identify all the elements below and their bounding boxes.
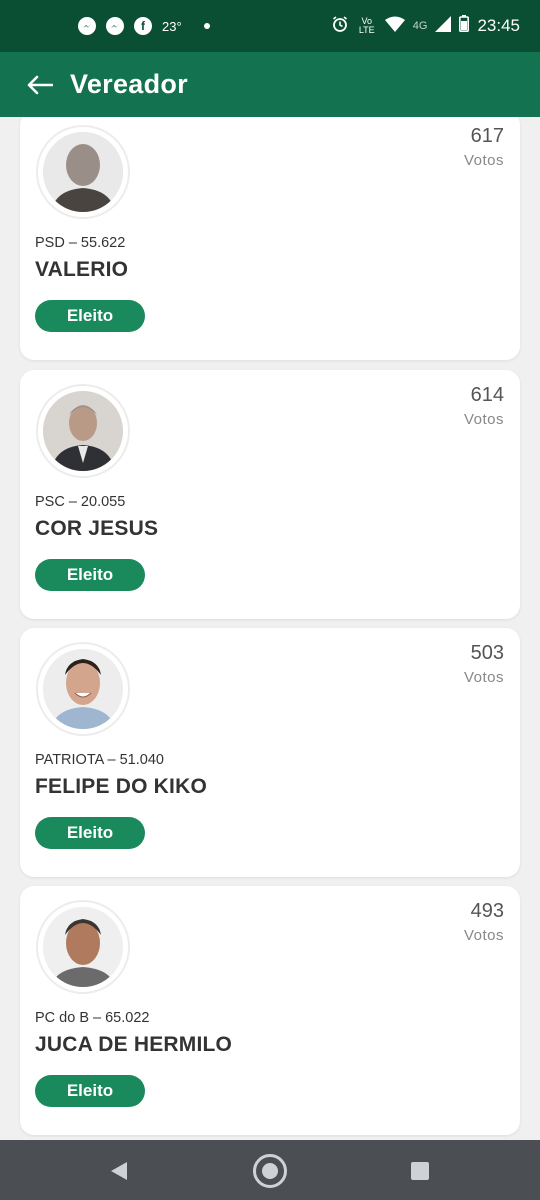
alarm-icon — [331, 15, 349, 38]
clock-time: 23:45 — [477, 16, 520, 35]
status-notifications: f 23° — [78, 17, 210, 35]
votes-label: Votos — [463, 927, 504, 944]
signal-icon — [435, 15, 452, 37]
candidate-avatar — [36, 642, 130, 736]
candidate-name: VALERIO — [35, 258, 129, 281]
candidate-card[interactable]: 614 Votos PSC – 20.055 COR JESUS Eleito — [20, 370, 520, 619]
status-badge: Eleito — [35, 1075, 145, 1107]
facebook-icon: f — [134, 17, 152, 35]
more-notifications-dot — [203, 23, 210, 29]
status-badge: Eleito — [35, 559, 145, 591]
candidate-avatar — [36, 384, 130, 478]
page-title: Vereador — [70, 69, 188, 99]
status-badge: Eleito — [35, 300, 145, 332]
candidate-avatar — [36, 125, 130, 219]
nav-recents-button[interactable] — [408, 1159, 432, 1183]
votes-count: 614 — [470, 384, 504, 406]
candidate-avatar — [36, 900, 130, 994]
arrow-left-icon — [27, 75, 53, 94]
temperature-text: 23° — [162, 18, 182, 34]
messenger-icon — [106, 17, 124, 35]
candidate-list[interactable]: 617 Votos PSD – 55.622 VALERIO Eleito 61… — [0, 117, 540, 1140]
candidate-card[interactable]: 617 Votos PSD – 55.622 VALERIO Eleito — [20, 117, 520, 360]
nav-home-button[interactable] — [251, 1152, 289, 1190]
votes-label: Votos — [463, 669, 504, 686]
status-badge: Eleito — [35, 817, 145, 849]
votes-block: 493 Votos — [464, 900, 504, 944]
votes-count: 503 — [470, 642, 504, 664]
candidate-name: COR JESUS — [35, 517, 159, 540]
wifi-icon — [384, 16, 405, 37]
candidate-card[interactable]: 503 Votos PATRIOTA – 51.040 FELIPE DO KI… — [20, 628, 520, 877]
status-bar: f 23° Vo LTE 4G 23:45 — [0, 0, 540, 52]
status-system: Vo LTE 4G 23:45 — [331, 15, 520, 38]
square-recents-icon — [411, 1162, 429, 1180]
app-bar: Vereador — [0, 52, 540, 117]
candidate-name: FELIPE DO KIKO — [35, 775, 207, 798]
votes-label: Votos — [463, 411, 504, 428]
nav-back-button[interactable] — [106, 1158, 132, 1184]
messenger-icon — [78, 17, 96, 35]
party-number: PC do B – 65.022 — [35, 1010, 150, 1026]
candidate-photo — [43, 132, 123, 212]
votes-block: 614 Votos — [464, 384, 504, 428]
votes-count: 493 — [470, 900, 504, 922]
candidate-card[interactable]: 493 Votos PC do B – 65.022 JUCA DE HERMI… — [20, 886, 520, 1135]
party-number: PSD – 55.622 — [35, 235, 126, 251]
candidate-photo — [43, 391, 123, 471]
triangle-back-icon — [111, 1162, 127, 1180]
candidate-photo — [43, 907, 123, 987]
candidate-name: JUCA DE HERMILO — [35, 1033, 233, 1056]
system-nav-bar — [0, 1140, 540, 1200]
votes-block: 503 Votos — [464, 642, 504, 686]
party-number: PATRIOTA – 51.040 — [35, 752, 164, 768]
votes-count: 617 — [470, 125, 504, 147]
volte-label: Vo LTE — [358, 16, 375, 35]
candidate-photo — [43, 649, 123, 729]
network-type: 4G — [412, 20, 428, 32]
circle-home-icon — [253, 1154, 287, 1188]
party-number: PSC – 20.055 — [35, 494, 126, 510]
votes-label: Votos — [463, 152, 504, 169]
votes-block: 617 Votos — [464, 125, 504, 169]
battery-icon — [459, 15, 470, 37]
back-button[interactable] — [26, 71, 54, 99]
